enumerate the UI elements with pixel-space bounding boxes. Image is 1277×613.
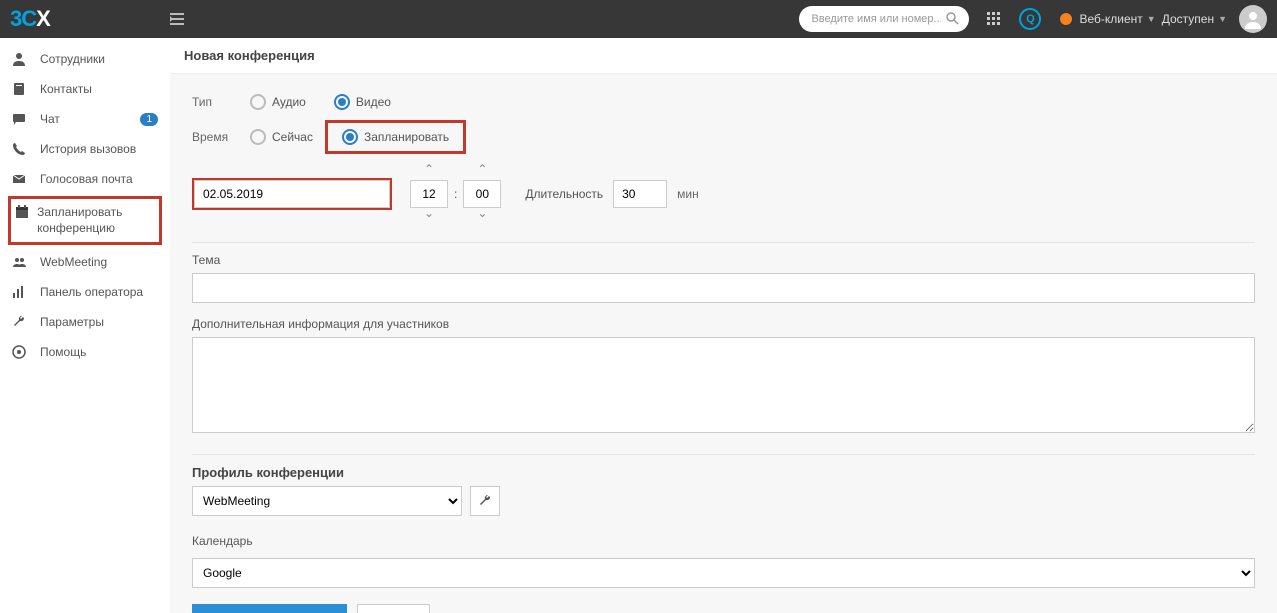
- separator: [192, 454, 1255, 455]
- bars-icon: [12, 285, 32, 299]
- gear-icon: [12, 345, 32, 359]
- separator: [192, 242, 1255, 243]
- user-icon: [12, 52, 32, 66]
- radio-now-label: Сейчас: [272, 130, 313, 144]
- date-highlight: [192, 178, 392, 210]
- radio-audio-label: Аудио: [272, 95, 306, 109]
- sidebar-item-label: Голосовая почта: [40, 172, 133, 186]
- sidebar-item-operator-panel[interactable]: Панель оператора: [0, 277, 170, 307]
- notes-textarea[interactable]: [192, 337, 1255, 433]
- minute-input[interactable]: [463, 180, 501, 208]
- dialpad-icon[interactable]: [987, 12, 1001, 26]
- time-label: Время: [192, 130, 250, 144]
- calendar-label: Календарь: [192, 534, 1255, 548]
- time-row: Время Сейчас Запланировать: [192, 120, 1255, 154]
- chat-icon: [12, 112, 32, 126]
- logo-suffix: X: [36, 6, 50, 31]
- radio-audio[interactable]: [250, 94, 266, 110]
- sidebar-item-call-history[interactable]: История вызовов: [0, 134, 170, 164]
- sidebar-item-label: Чат: [40, 112, 60, 126]
- unread-badge: 1: [140, 113, 158, 126]
- chevron-up-icon[interactable]: ⌃: [424, 164, 434, 180]
- sidebar-item-voicemail[interactable]: Голосовая почта: [0, 164, 170, 194]
- type-row: Тип Аудио Видео: [192, 94, 1255, 110]
- search-wrap: [799, 6, 969, 32]
- action-row: Создать конференцию Отмена: [192, 604, 1255, 613]
- search-input[interactable]: [799, 6, 969, 32]
- status-dropdown[interactable]: Доступен ▼: [1162, 12, 1227, 26]
- caret-down-icon: ▼: [1218, 14, 1227, 24]
- caret-down-icon: ▼: [1147, 14, 1156, 24]
- client-label: Веб-клиент: [1079, 12, 1142, 26]
- sidebar-item-label: Контакты: [40, 82, 92, 96]
- wrench-icon: [12, 315, 32, 329]
- sidebar-item-label: Запланировать конференцию: [37, 205, 155, 236]
- client-dropdown[interactable]: Веб-клиент ▼: [1079, 12, 1155, 26]
- sidebar-item-label: Сотрудники: [40, 52, 105, 66]
- mail-icon: [12, 172, 32, 186]
- phone-icon: [12, 142, 32, 156]
- sidebar-item-contacts[interactable]: Контакты: [0, 74, 170, 104]
- hour-input[interactable]: [410, 180, 448, 208]
- sidebar-item-settings[interactable]: Параметры: [0, 307, 170, 337]
- chevron-down-icon[interactable]: ⌄: [477, 208, 487, 224]
- date-input[interactable]: [194, 180, 390, 208]
- sidebar-item-label: Параметры: [40, 315, 104, 329]
- sidebar-item-schedule-conference[interactable]: Запланировать конференцию: [11, 199, 159, 242]
- cancel-button[interactable]: Отмена: [357, 604, 430, 613]
- radio-schedule[interactable]: [342, 129, 358, 145]
- search-icon[interactable]: [946, 12, 959, 25]
- sidebar-item-webmeeting[interactable]: WebMeeting: [0, 247, 170, 277]
- page-title: Новая конференция: [170, 38, 1277, 74]
- calendar-select[interactable]: Google: [192, 558, 1255, 588]
- sidebar-item-label: История вызовов: [40, 142, 136, 156]
- radio-video[interactable]: [334, 94, 350, 110]
- book-icon: [12, 82, 32, 96]
- content-area: Новая конференция Тип Аудио Видео Время …: [170, 38, 1277, 613]
- duration-label: Длительность: [525, 187, 603, 201]
- logo-prefix: 3C: [10, 6, 36, 31]
- group-icon: [12, 255, 32, 269]
- sidebar-toggle-icon[interactable]: [170, 13, 184, 25]
- time-colon: :: [454, 187, 457, 201]
- profile-select[interactable]: WebMeeting: [192, 486, 462, 516]
- schedule-highlight: Запланировать: [325, 120, 466, 154]
- create-button[interactable]: Создать конференцию: [192, 604, 347, 613]
- minute-box: ⌃ ⌄: [463, 164, 501, 224]
- radio-video-label: Видео: [356, 95, 391, 109]
- datetime-row: ⌃ ⌄ : ⌃ ⌄ Длительность мин: [192, 164, 1255, 224]
- calendar-icon: [15, 205, 29, 219]
- subject-input[interactable]: [192, 273, 1255, 303]
- sidebar: Сотрудники Контакты Чат 1 История вызово…: [0, 38, 170, 613]
- radio-schedule-label: Запланировать: [364, 130, 449, 144]
- sidebar-item-label: Панель оператора: [40, 285, 143, 299]
- status-label: Доступен: [1162, 12, 1214, 26]
- type-label: Тип: [192, 95, 250, 109]
- status-indicator-icon[interactable]: [1059, 12, 1073, 26]
- sidebar-item-label: Помощь: [40, 345, 86, 359]
- chevron-down-icon[interactable]: ⌄: [424, 208, 434, 224]
- hour-box: ⌃ ⌄: [410, 164, 448, 224]
- avatar[interactable]: [1239, 5, 1267, 33]
- duration-unit: мин: [677, 187, 699, 201]
- sidebar-item-label: WebMeeting: [40, 255, 107, 269]
- sidebar-item-chat[interactable]: Чат 1: [0, 104, 170, 134]
- sidebar-item-employees[interactable]: Сотрудники: [0, 44, 170, 74]
- profile-settings-button[interactable]: [470, 486, 500, 516]
- logo: 3CX: [10, 6, 160, 32]
- top-bar: 3CX Q Веб-клиент ▼ Доступен ▼: [0, 0, 1277, 38]
- duration-input[interactable]: [613, 180, 667, 208]
- profile-label: Профиль конференции: [192, 465, 1255, 480]
- queue-icon[interactable]: Q: [1019, 8, 1041, 30]
- sidebar-highlight: Запланировать конференцию: [8, 196, 162, 245]
- sidebar-item-help[interactable]: Помощь: [0, 337, 170, 367]
- notes-label: Дополнительная информация для участников: [192, 317, 1255, 331]
- subject-label: Тема: [192, 253, 1255, 267]
- radio-now[interactable]: [250, 129, 266, 145]
- chevron-up-icon[interactable]: ⌃: [477, 164, 487, 180]
